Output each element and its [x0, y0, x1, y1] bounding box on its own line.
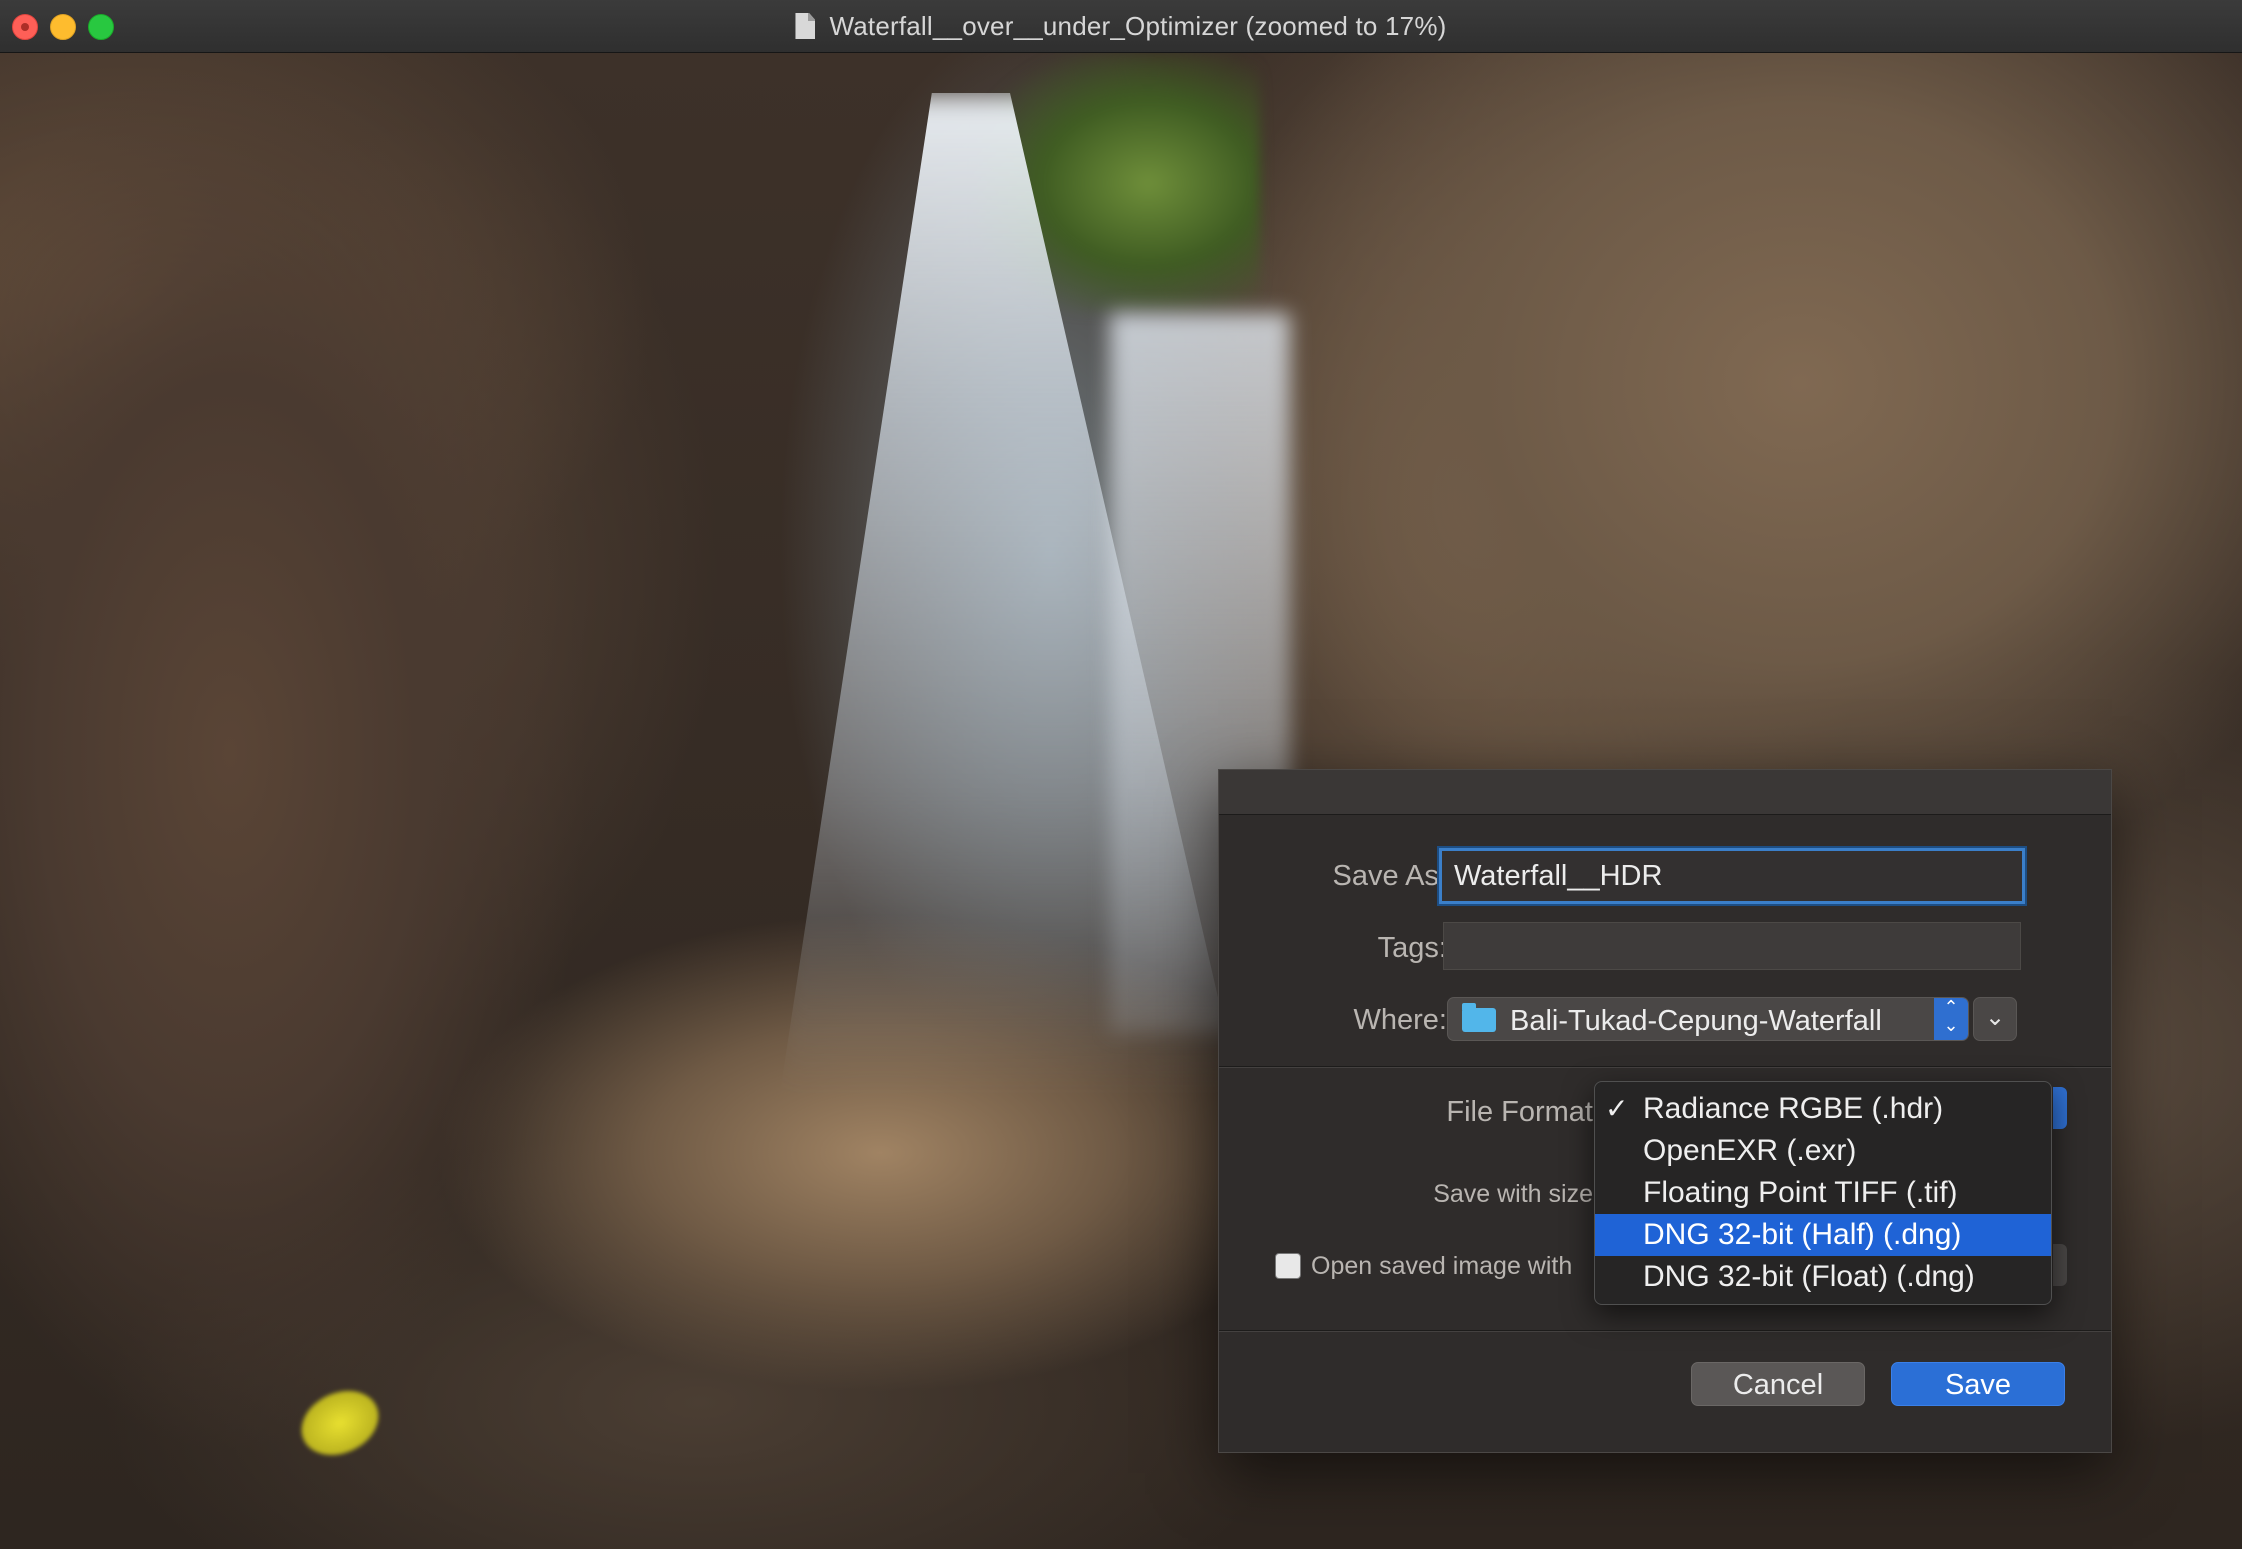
window-title-group: Waterfall__over__under_Optimizer (zoomed… — [0, 0, 2242, 52]
window-title: Waterfall__over__under_Optimizer (zoomed… — [829, 10, 1447, 41]
window-titlebar: Waterfall__over__under_Optimizer (zoomed… — [0, 0, 2242, 53]
open-saved-label: Open saved image with — [1311, 1252, 1573, 1280]
file-format-label: File Format — [1446, 1096, 1593, 1128]
save-with-size-label: Save with size — [1433, 1180, 1593, 1208]
file-format-popup-edge[interactable] — [2053, 1087, 2067, 1129]
up-down-stepper-icon: ⌃ ⌄ — [1934, 998, 1968, 1040]
save-as-field[interactable]: Waterfall__HDR — [1439, 848, 2025, 904]
checkmark-icon: ✓ — [1605, 1093, 1629, 1124]
menu-item-dng-half[interactable]: DNG 32-bit (Half) (.dng) — [1595, 1214, 2051, 1256]
tags-label: Tags: — [1377, 932, 1447, 964]
menu-item-dng-float[interactable]: DNG 32-bit (Float) (.dng) — [1595, 1256, 2051, 1298]
save-as-value: Waterfall__HDR — [1454, 860, 1663, 892]
tags-field[interactable] — [1443, 922, 2021, 970]
open-with-popup-edge[interactable] — [2053, 1244, 2067, 1286]
save-button[interactable]: Save — [1891, 1362, 2065, 1406]
menu-item-label: DNG 32-bit (Float) (.dng) — [1643, 1260, 1975, 1293]
menu-item-radiance-hdr[interactable]: ✓ Radiance RGBE (.hdr) — [1595, 1088, 2051, 1130]
menu-item-label: Radiance RGBE (.hdr) — [1643, 1092, 1944, 1125]
menu-item-openexr[interactable]: OpenEXR (.exr) — [1595, 1130, 2051, 1172]
document-icon — [795, 13, 816, 39]
file-format-menu: ✓ Radiance RGBE (.hdr) OpenEXR (.exr) Fl… — [1594, 1081, 2052, 1305]
expand-dialog-button[interactable]: ⌄ — [1973, 997, 2017, 1041]
where-value: Bali-Tukad-Cepung-Waterfall — [1510, 1005, 1882, 1037]
open-saved-checkbox[interactable] — [1275, 1253, 1301, 1279]
cancel-button[interactable]: Cancel — [1691, 1362, 1865, 1406]
dialog-divider-bottom — [1219, 1330, 2111, 1332]
photo-leaf — [291, 1378, 389, 1468]
dialog-divider-top — [1219, 1066, 2111, 1068]
chevron-down-icon: ⌄ — [1984, 1004, 2006, 1031]
dialog-header-bar — [1219, 770, 2111, 815]
save-as-label: Save As: — [1332, 860, 1447, 892]
where-label: Where: — [1353, 1004, 1447, 1036]
where-popup[interactable]: Bali-Tukad-Cepung-Waterfall ⌃ ⌄ — [1447, 997, 1969, 1041]
menu-item-float-tiff[interactable]: Floating Point TIFF (.tif) — [1595, 1172, 2051, 1214]
menu-item-label: OpenEXR (.exr) — [1643, 1134, 1857, 1167]
menu-item-label: DNG 32-bit (Half) (.dng) — [1643, 1218, 1962, 1251]
folder-icon — [1462, 1003, 1496, 1032]
menu-item-label: Floating Point TIFF (.tif) — [1643, 1176, 1958, 1209]
